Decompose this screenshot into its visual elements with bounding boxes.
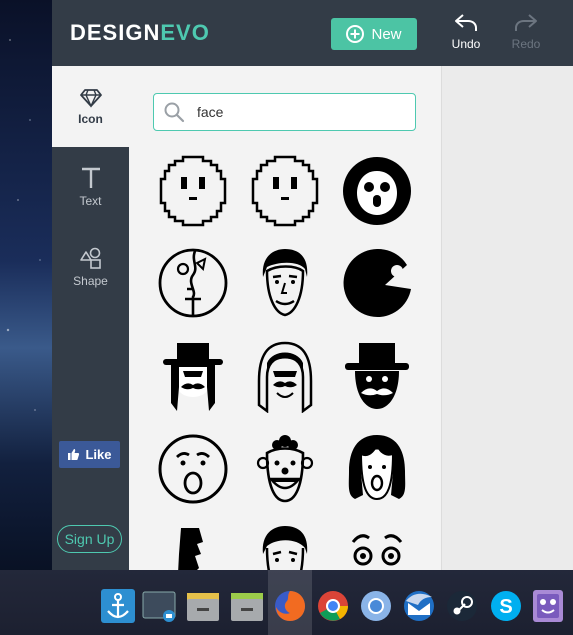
svg-text:S: S [499, 596, 512, 618]
surprised-face-icon[interactable] [157, 433, 229, 505]
eyes-eyebrows-icon[interactable] [341, 524, 413, 570]
penguin-face-icon[interactable] [341, 155, 413, 227]
nav-item-shape[interactable]: Shape [52, 246, 129, 288]
nav-item-label: Icon [78, 112, 103, 126]
desktop-background [0, 0, 52, 580]
top-bar: DESIGNEVO New Undo Redo [52, 0, 573, 66]
app-monster-icon[interactable] [531, 589, 565, 623]
nav-item-icon[interactable]: Icon [52, 66, 129, 147]
chromium-icon[interactable] [359, 589, 393, 623]
new-button[interactable]: New [331, 18, 417, 50]
sign-up-button[interactable]: Sign Up [57, 525, 122, 553]
diamond-icon [79, 89, 102, 108]
redo-button[interactable]: Redo [504, 12, 548, 51]
pixel-neutral-face-icon[interactable] [249, 155, 321, 227]
desktop-taskbar: S [0, 570, 573, 635]
file-manager-icon[interactable] [186, 589, 220, 623]
thunderbird-icon[interactable] [402, 589, 436, 623]
nav-item-label: Text [79, 194, 102, 208]
moai-head-icon[interactable] [173, 524, 213, 570]
facebook-like-button[interactable]: Like [59, 441, 120, 468]
undo-icon [455, 14, 477, 31]
skype-icon[interactable]: S [489, 589, 523, 623]
girl-screaming-icon[interactable] [341, 433, 413, 505]
shapes-icon [79, 247, 101, 269]
pacman-face-icon[interactable] [341, 247, 413, 319]
search-input[interactable] [195, 103, 399, 121]
screenshot-icon[interactable] [142, 589, 176, 623]
undo-button[interactable]: Undo [444, 12, 488, 51]
hat-mustache-man-icon[interactable] [157, 341, 229, 413]
plus-circle-icon [346, 25, 365, 43]
nav-item-text[interactable]: Text [52, 166, 129, 208]
designevo-logo[interactable]: DESIGNEVO [70, 20, 210, 46]
design-canvas-area[interactable] [441, 66, 573, 570]
long-hair-mustache-icon[interactable] [249, 341, 321, 413]
firefox-icon[interactable] [273, 589, 307, 623]
boy-face-icon[interactable] [249, 524, 321, 570]
new-button-label: New [371, 25, 402, 43]
top-hat-mustache-icon[interactable] [341, 341, 413, 413]
icon-search-box[interactable] [153, 93, 416, 131]
designevo-app: DESIGNEVO New Undo Redo Icon Text Shape … [52, 0, 573, 570]
dock-anchor-icon[interactable] [101, 589, 135, 623]
chrome-icon[interactable] [316, 589, 350, 623]
clown-face-icon[interactable] [249, 433, 321, 505]
icon-panel [129, 66, 441, 570]
thumbs-up-icon [68, 449, 80, 460]
man-portrait-icon[interactable] [249, 247, 321, 319]
abstract-face-circle-icon[interactable] [157, 247, 229, 319]
pixel-smiley-face-icon[interactable] [157, 155, 229, 227]
like-label: Like [85, 447, 112, 462]
text-t-icon [81, 167, 100, 188]
file-manager-2-icon[interactable] [230, 589, 264, 623]
redo-icon [515, 14, 537, 31]
nav-item-label: Shape [73, 274, 108, 288]
steam-icon[interactable] [445, 589, 479, 623]
redo-label: Redo [511, 37, 541, 51]
undo-label: Undo [451, 37, 481, 51]
search-icon [164, 102, 185, 123]
left-sidebar: Icon Text Shape Like Sign Up [52, 66, 129, 570]
